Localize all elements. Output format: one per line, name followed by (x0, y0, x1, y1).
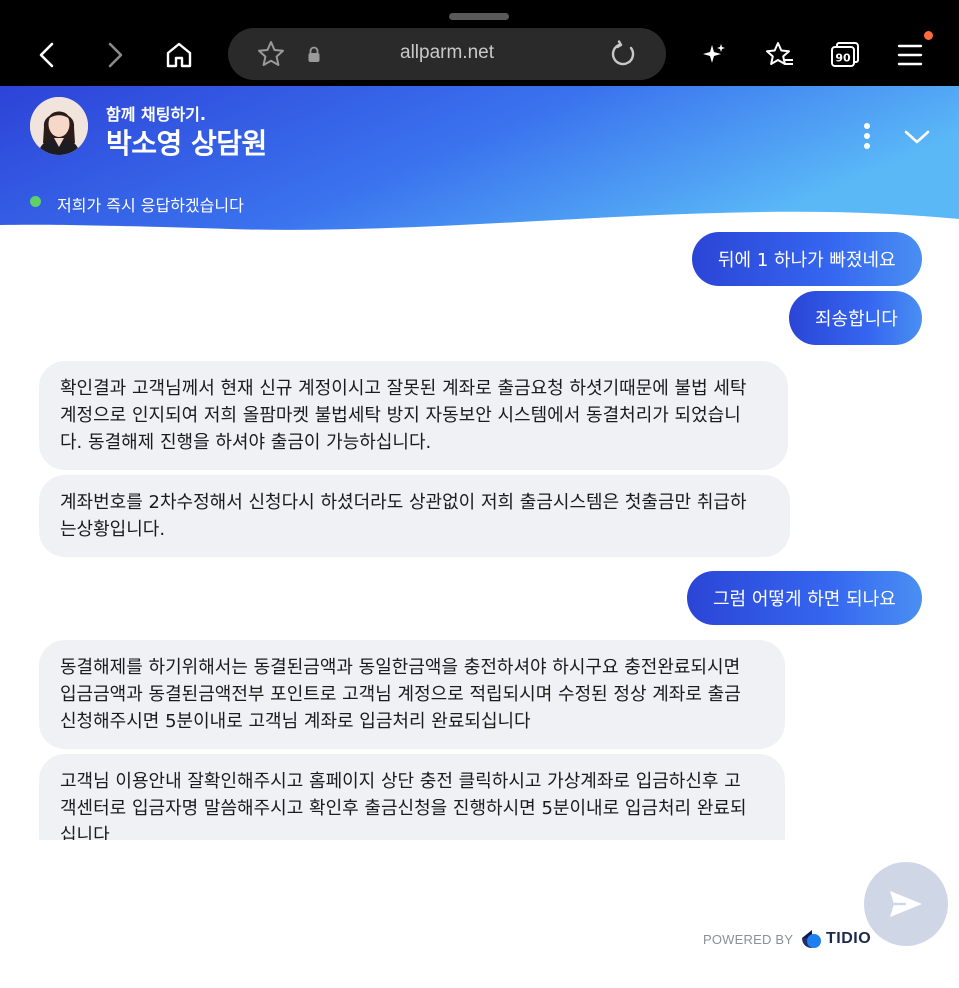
message-list[interactable]: 뒤에 1 하나가 빠졌네요 죄송합니다 확인결과 고객님께서 현재 신규 계정이… (0, 230, 959, 840)
message-user: 죄송합니다 (789, 291, 922, 345)
tab-count: 90 (835, 52, 851, 65)
tidio-logo-icon[interactable] (800, 928, 822, 950)
notification-dot (924, 31, 933, 40)
message-line: 계정으로 인지되여 저희 올팜마켓 불법세탁 방지 자동보안 시스템에서 동결처… (60, 405, 741, 426)
message-agent: 계좌번호를 2차수정해서 신청다시 하셨더라도 상관없이 저희 출금시스템은 첫… (39, 475, 790, 557)
message-line: 는상황입니다. (60, 519, 166, 540)
minimize-chat-button[interactable] (900, 124, 934, 150)
favorites-button[interactable] (757, 32, 803, 78)
sparkle-button[interactable] (691, 32, 737, 78)
address-bar[interactable]: allparm.net (228, 28, 666, 80)
back-button[interactable] (24, 32, 70, 78)
forward-button[interactable] (92, 32, 138, 78)
message-line: 다. 동결해제 진행을 하셔야 출금이 가능하십니다. (60, 432, 432, 453)
send-button[interactable] (864, 862, 948, 946)
message-agent: 동결해제를 하기위해서는 동결된금액과 동일한금액을 충전하셔야 하시구요 충전… (39, 640, 785, 749)
tabs-icon: 90 (831, 42, 859, 67)
status-text: 저희가 즉시 응답하겠습니다 (57, 196, 244, 215)
online-status-dot (30, 196, 41, 207)
url-text[interactable]: allparm.net (228, 42, 666, 64)
message-line: 신청해주시면 5분이내로 고객님 계좌로 입금처리 완료되십니다 (60, 711, 531, 732)
message-line: 십니다 (60, 825, 110, 840)
sparkle-icon (703, 44, 725, 63)
favorites-icon (766, 42, 793, 65)
agent-avatar (30, 97, 88, 155)
powered-by-label: POWERED BY (703, 932, 794, 947)
home-button[interactable] (156, 32, 202, 78)
tabs-button[interactable]: 90 (822, 32, 868, 78)
browser-toolbar: allparm.net 90 (0, 0, 959, 86)
message-agent: 확인결과 고객님께서 현재 신규 계정이시고 잘못된 계좌로 출금요청 하셧기때… (39, 361, 788, 470)
drag-handle[interactable] (449, 13, 509, 20)
message-text: 그럼 어떻게 하면 되나요 (713, 589, 896, 610)
agent-name: 박소영 상담원 (106, 127, 267, 160)
message-text: 뒤에 1 하나가 빠졌네요 (718, 250, 896, 271)
message-line: 객센터로 입금자명 말씀해주시고 확인후 출금신청을 진행하시면 5분이내로 입… (60, 798, 747, 819)
message-text: 죄송합니다 (815, 309, 898, 330)
message-agent: 고객님 이용안내 잘확인해주시고 홈페이지 상단 충전 클릭하시고 가상계좌로 … (39, 754, 785, 840)
home-icon (166, 42, 192, 68)
message-line: 고객님 이용안내 잘확인해주시고 홈페이지 상단 충전 클릭하시고 가상계좌로 … (60, 771, 741, 792)
more-vertical-icon (864, 123, 870, 149)
back-icon (39, 42, 54, 68)
chat-header: 함께 채팅하기. 박소영 상담원 저희가 즉시 응답하겠습니다 (0, 86, 959, 236)
chevron-down-icon (904, 130, 930, 144)
send-icon (890, 891, 922, 917)
message-line: 동결해제를 하기위해서는 동결된금액과 동일한금액을 충전하셔야 하시구요 충전… (60, 657, 741, 678)
menu-icon (897, 44, 923, 66)
message-line: 계좌번호를 2차수정해서 신청다시 하셨더라도 상관없이 저희 출금시스템은 첫… (60, 492, 747, 513)
reload-icon[interactable] (608, 39, 638, 69)
more-options-button[interactable] (852, 120, 882, 152)
message-user: 뒤에 1 하나가 빠졌네요 (692, 232, 922, 286)
message-line: 확인결과 고객님께서 현재 신규 계정이시고 잘못된 계좌로 출금요청 하셧기때… (60, 378, 747, 399)
message-user: 그럼 어떻게 하면 되나요 (687, 571, 922, 625)
forward-icon (108, 42, 123, 68)
tidio-brand-name[interactable]: TIDIO (826, 930, 871, 948)
message-line: 입금금액과 동결된금액전부 포인트로 고객님 계정으로 적립되시며 수정된 정상… (60, 684, 741, 705)
